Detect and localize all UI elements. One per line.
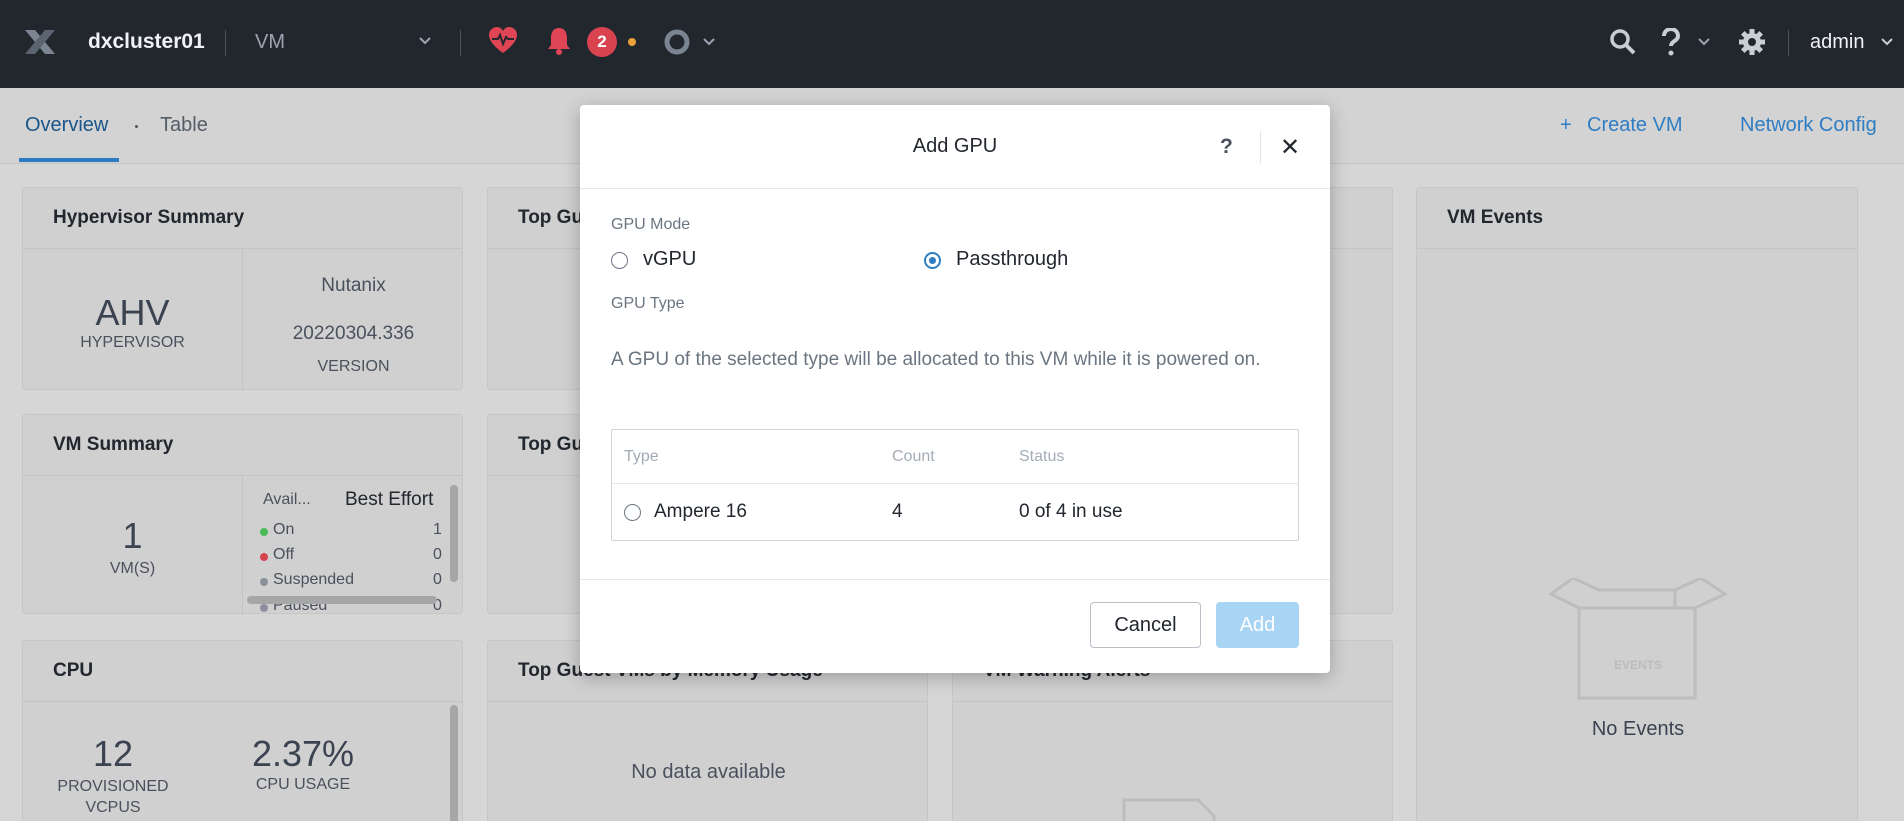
divider — [612, 483, 1298, 484]
radio-passthrough-label[interactable]: Passthrough — [956, 248, 1068, 271]
add-gpu-dialog: Add GPU ? ✕ GPU Mode vGPU Passthrough GP… — [580, 105, 1330, 673]
cell-status: 0 of 4 in use — [1019, 501, 1123, 522]
divider — [1260, 131, 1261, 163]
radio-passthrough[interactable] — [924, 252, 941, 269]
gpu-type-label: GPU Type — [611, 295, 685, 312]
gpu-type-table: Type Count Status Ampere 16 4 0 of 4 in … — [611, 429, 1299, 541]
divider — [580, 579, 1330, 580]
help-icon[interactable]: ? — [1220, 135, 1233, 159]
col-count: Count — [892, 448, 935, 465]
add-button[interactable]: Add — [1216, 602, 1299, 648]
gpu-description: A GPU of the selected type will be alloc… — [611, 349, 1261, 370]
radio-vgpu[interactable] — [611, 252, 628, 269]
cell-count: 4 — [892, 501, 903, 522]
dialog-title: Add GPU — [912, 135, 998, 157]
divider — [580, 188, 1330, 189]
radio-vgpu-label[interactable]: vGPU — [643, 248, 696, 271]
gpu-mode-label: GPU Mode — [611, 216, 691, 233]
col-type: Type — [624, 448, 659, 465]
close-icon[interactable]: ✕ — [1280, 133, 1300, 162]
col-status: Status — [1019, 448, 1065, 465]
cancel-button[interactable]: Cancel — [1090, 602, 1201, 648]
cell-type: Ampere 16 — [654, 501, 747, 522]
radio-gpu-ampere16[interactable] — [624, 504, 641, 521]
